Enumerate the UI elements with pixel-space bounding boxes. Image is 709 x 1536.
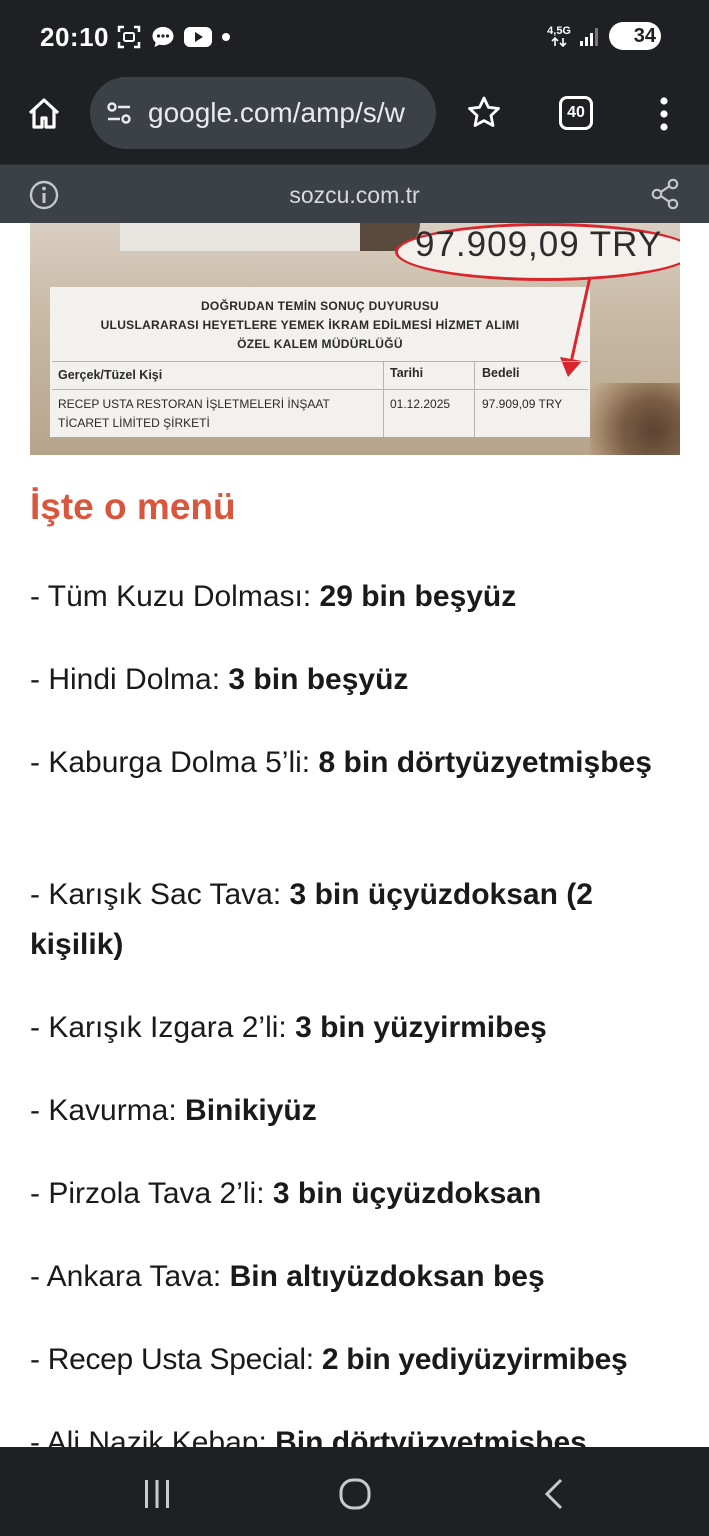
image-dish (590, 383, 680, 455)
tab-count: 40 (567, 104, 585, 121)
amp-domain[interactable]: sozcu.com.tr (0, 182, 709, 209)
list-item: - Karışık Sac Tava: 3 bin üçyüzdoksan (2… (30, 870, 690, 970)
menu-item-price: 3 bin beşyüz (228, 663, 409, 696)
address-bar[interactable]: google.com/amp/s/w (90, 77, 436, 149)
chat-icon (152, 27, 174, 47)
back-icon[interactable] (538, 1477, 572, 1511)
menu-item-price: 3 bin yüzyirmibeş (295, 1011, 547, 1044)
system-icons: 4,5G 34 (547, 22, 661, 50)
more-vert-icon[interactable] (652, 94, 676, 134)
table-divider (383, 361, 384, 437)
menu-item-label: - Kavurma: (30, 1094, 186, 1127)
menu-item-label: - Tüm Kuzu Dolması: (30, 580, 320, 613)
battery-level: 34 (633, 24, 656, 47)
menu-item-price: 29 bin beşyüz (319, 580, 517, 613)
menu-item-label: - Karışık Sac Tava: (30, 878, 290, 911)
document-department: ÖZEL KALEM MÜDÜRLÜĞÜ (237, 337, 403, 351)
battery-icon: 34 (609, 22, 661, 50)
home-icon[interactable] (24, 94, 64, 134)
table-border (52, 389, 588, 390)
list-item: - Kaburga Dolma 5’li: 8 bin dörtyüzyetmi… (30, 738, 690, 788)
table-cell-person-line2: TİCARET LİMİTED ŞİRKETİ (58, 416, 210, 430)
menu-item-price: 8 bin dörtyüzyetmişbeş (318, 746, 652, 779)
site-settings-icon[interactable] (104, 98, 134, 128)
recent-apps-icon[interactable] (140, 1477, 174, 1511)
screenshot-icon (117, 25, 141, 49)
table-border (52, 361, 588, 362)
list-item: - Tüm Kuzu Dolması: 29 bin beşyüz (30, 572, 690, 622)
menu-item-label: - Pirzola Tava 2’li: (30, 1177, 273, 1210)
menu-item-price: 3 bin üçyüzdoksan (272, 1177, 542, 1210)
table-cell-date: 01.12.2025 (390, 397, 451, 411)
table-header-date: Tarihi (390, 366, 424, 380)
table-header-person: Gerçek/Tüzel Kişi (58, 368, 163, 382)
list-item: - Karışık Izgara 2’li: 3 bin yüzyirmibeş (30, 1003, 690, 1053)
list-item: - Kavurma: Binikiyüz (30, 1086, 690, 1136)
browser-toolbar: google.com/amp/s/w 40 (0, 76, 709, 164)
list-item: - Ankara Tava: Bin altıyüzdoksan beş (30, 1252, 690, 1302)
home-nav-icon[interactable] (338, 1477, 372, 1511)
list-item: - Hindi Dolma: 3 bin beşyüz (30, 655, 690, 705)
menu-item-label: - Kaburga Dolma 5’li: (30, 746, 319, 779)
menu-item-price: 2 bin yediyüzyirmibeş (321, 1343, 628, 1376)
notification-dot-icon (222, 33, 230, 41)
system-nav-bar (0, 1447, 709, 1536)
article-image: 97.909,09 TRY DOĞRUDAN TEMİN SONUÇ DUYUR… (30, 223, 680, 455)
document-subtitle: ULUSLARARASI HEYETLERE YEMEK İKRAM EDİLM… (100, 318, 520, 332)
tabs-icon[interactable]: 40 (559, 96, 593, 130)
list-item: - Recep Usta Special: 2 bin yediyüzyirmi… (30, 1335, 690, 1385)
list-item: - Pirzola Tava 2’li: 3 bin üçyüzdoksan (30, 1169, 690, 1219)
share-icon[interactable] (650, 178, 680, 210)
menu-item-label: - Karışık Izgara 2’li: (30, 1011, 296, 1044)
menu-item-label: - Hindi Dolma: (30, 663, 229, 696)
table-header-amount: Bedeli (482, 366, 520, 380)
menu-item-price: Bin altıyüzdoksan beş (229, 1260, 545, 1293)
table-divider (474, 361, 475, 437)
notification-icons (116, 24, 232, 50)
document-title: DOĞRUDAN TEMİN SONUÇ DUYURUSU (200, 299, 440, 313)
menu-item-price: Binikiyüz (185, 1094, 317, 1127)
amp-header: sozcu.com.tr (0, 164, 709, 223)
image-photo-strip (120, 223, 380, 251)
data-arrows-icon (551, 36, 567, 47)
signal-icon (580, 28, 598, 46)
menu-item-label: - Recep Usta Special: (30, 1343, 322, 1376)
menu-item-label: - Ankara Tava: (30, 1260, 230, 1293)
table-cell-person-line1: RECEP USTA RESTORAN İŞLETMELERİ İNŞAAT (58, 397, 330, 411)
url-text[interactable]: google.com/amp/s/w (148, 97, 405, 129)
status-bar: 20:10 4,5G 34 (0, 0, 709, 76)
price-callout: 97.909,09 TRY (415, 225, 663, 264)
youtube-icon (184, 27, 212, 47)
network-type: 4,5G (547, 25, 571, 47)
status-time: 20:10 (40, 22, 109, 52)
star-icon[interactable] (465, 94, 503, 132)
article-heading: İşte o menü (30, 486, 236, 527)
table-cell-amount: 97.909,09 TRY (482, 397, 563, 411)
